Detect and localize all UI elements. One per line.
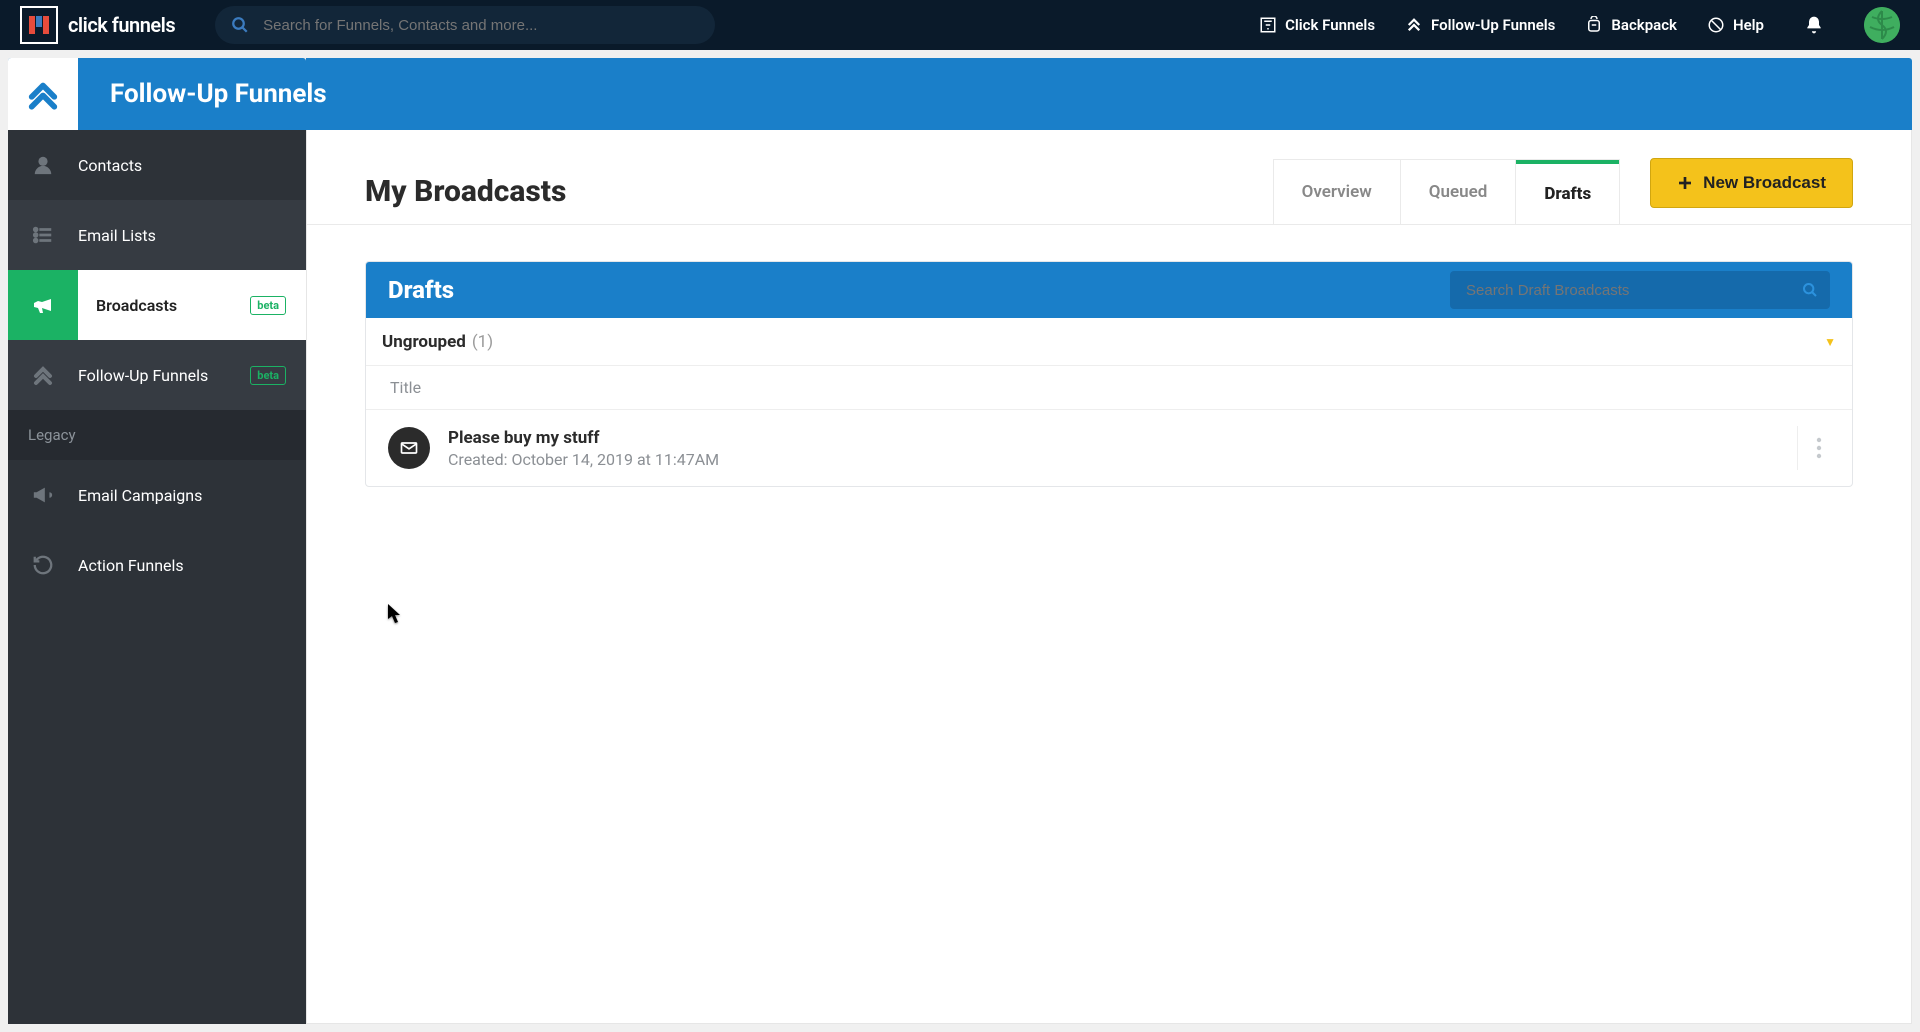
- group-title: Ungrouped: [382, 332, 466, 352]
- nav-label: Click Funnels: [1285, 16, 1375, 34]
- brand-name: click funnels: [68, 13, 175, 37]
- tab-drafts[interactable]: Drafts: [1516, 160, 1619, 224]
- panel-title: Drafts: [388, 276, 454, 304]
- content: My Broadcasts Overview Queued Drafts New…: [306, 130, 1912, 1024]
- sidebar-item-label: Broadcasts: [78, 296, 250, 315]
- chevrons-up-icon: [8, 363, 78, 387]
- group-header[interactable]: Ungrouped (1) ▼: [366, 318, 1852, 366]
- draft-row-text: Please buy my stuff Created: October 14,…: [448, 428, 719, 469]
- top-nav: click funnels Click Funnels Follow-Up Fu…: [0, 0, 1920, 50]
- sidebar-item-label: Email Campaigns: [78, 486, 286, 505]
- draft-title: Please buy my stuff: [448, 428, 719, 448]
- row-menu-button[interactable]: [1797, 426, 1840, 470]
- nav-label: Backpack: [1611, 16, 1677, 34]
- sidebar-item-label: Follow-Up Funnels: [78, 366, 250, 385]
- history-icon: [8, 554, 78, 576]
- megaphone-icon: [8, 270, 78, 340]
- tab-label: Overview: [1302, 182, 1372, 202]
- column-header-row: Title: [366, 366, 1852, 410]
- main-area: Follow-Up Funnels My Broadcasts Overview…: [306, 58, 1912, 1024]
- sidebar-item-email-lists[interactable]: Email Lists: [8, 200, 306, 270]
- plus-icon: [1677, 175, 1693, 191]
- page-header-right: Follow-Up Funnels: [306, 58, 1912, 130]
- chevrons-up-icon: [1405, 16, 1423, 34]
- panel-search: [1450, 271, 1830, 309]
- sidebar-item-follow-up-funnels[interactable]: Follow-Up Funnels beta: [8, 340, 306, 410]
- notifications-bell-icon[interactable]: [1804, 15, 1824, 35]
- tab-label: Drafts: [1544, 184, 1591, 204]
- content-header: My Broadcasts Overview Queued Drafts New…: [307, 130, 1911, 225]
- sidebar-item-email-campaigns[interactable]: Email Campaigns: [8, 460, 306, 530]
- sidebar-item-label: Contacts: [78, 156, 286, 175]
- column-title: Title: [390, 378, 421, 397]
- beta-badge: beta: [250, 296, 286, 315]
- sidebar-item-broadcasts[interactable]: Broadcasts beta: [8, 270, 306, 340]
- tab-queued[interactable]: Queued: [1401, 160, 1517, 224]
- tab-label: Queued: [1429, 182, 1488, 202]
- search-icon: [231, 16, 249, 34]
- nav-label: Help: [1733, 16, 1764, 34]
- user-avatar[interactable]: [1864, 7, 1900, 43]
- global-search-input[interactable]: [215, 6, 715, 44]
- panel-header: Drafts: [366, 262, 1852, 318]
- user-icon: [8, 154, 78, 176]
- draft-row[interactable]: Please buy my stuff Created: October 14,…: [366, 410, 1852, 486]
- sidebar-item-action-funnels[interactable]: Action Funnels: [8, 530, 306, 600]
- mail-icon: [388, 427, 430, 469]
- help-icon: [1707, 16, 1725, 34]
- search-icon: [1802, 282, 1818, 298]
- global-search: [215, 6, 715, 44]
- nav-follow-up-funnels[interactable]: Follow-Up Funnels: [1405, 16, 1555, 34]
- sidebar-column: Contacts Email Lists Broadcasts beta: [8, 58, 306, 1024]
- beta-badge: beta: [250, 366, 286, 385]
- nav-label: Follow-Up Funnels: [1431, 16, 1555, 34]
- bullhorn-icon: [8, 484, 78, 506]
- page-header-icon[interactable]: [8, 58, 78, 130]
- button-label: New Broadcast: [1703, 173, 1826, 193]
- list-icon: [8, 224, 78, 246]
- backpack-icon: [1585, 16, 1603, 34]
- caret-down-icon: ▼: [1824, 335, 1836, 349]
- group-count: (1): [472, 332, 493, 352]
- app-shell: Contacts Email Lists Broadcasts beta: [0, 50, 1920, 1032]
- kebab-icon: [1816, 437, 1822, 459]
- sidebar-legacy-label: Legacy: [8, 410, 306, 460]
- logo-icon: [20, 6, 58, 44]
- sidebar-item-label: Action Funnels: [78, 556, 286, 575]
- content-heading: My Broadcasts: [365, 174, 566, 209]
- sidebar-item-contacts[interactable]: Contacts: [8, 130, 306, 200]
- funnel-icon: [1259, 16, 1277, 34]
- nav-backpack[interactable]: Backpack: [1585, 16, 1677, 34]
- nav-click-funnels[interactable]: Click Funnels: [1259, 16, 1375, 34]
- page-title: Follow-Up Funnels: [110, 79, 327, 109]
- tabs: Overview Queued Drafts: [1273, 159, 1621, 224]
- tab-overview[interactable]: Overview: [1274, 160, 1401, 224]
- panel-search-input[interactable]: [1450, 271, 1830, 309]
- top-nav-links: Click Funnels Follow-Up Funnels Backpack…: [1259, 7, 1900, 43]
- new-broadcast-button[interactable]: New Broadcast: [1650, 158, 1853, 208]
- nav-help[interactable]: Help: [1707, 16, 1764, 34]
- sidebar: Contacts Email Lists Broadcasts beta: [8, 130, 306, 1024]
- sidebar-item-label: Email Lists: [78, 226, 286, 245]
- draft-created: Created: October 14, 2019 at 11:47AM: [448, 450, 719, 469]
- brand-logo[interactable]: click funnels: [20, 6, 175, 44]
- drafts-panel: Drafts Ungrouped (1) ▼ Title: [365, 261, 1853, 487]
